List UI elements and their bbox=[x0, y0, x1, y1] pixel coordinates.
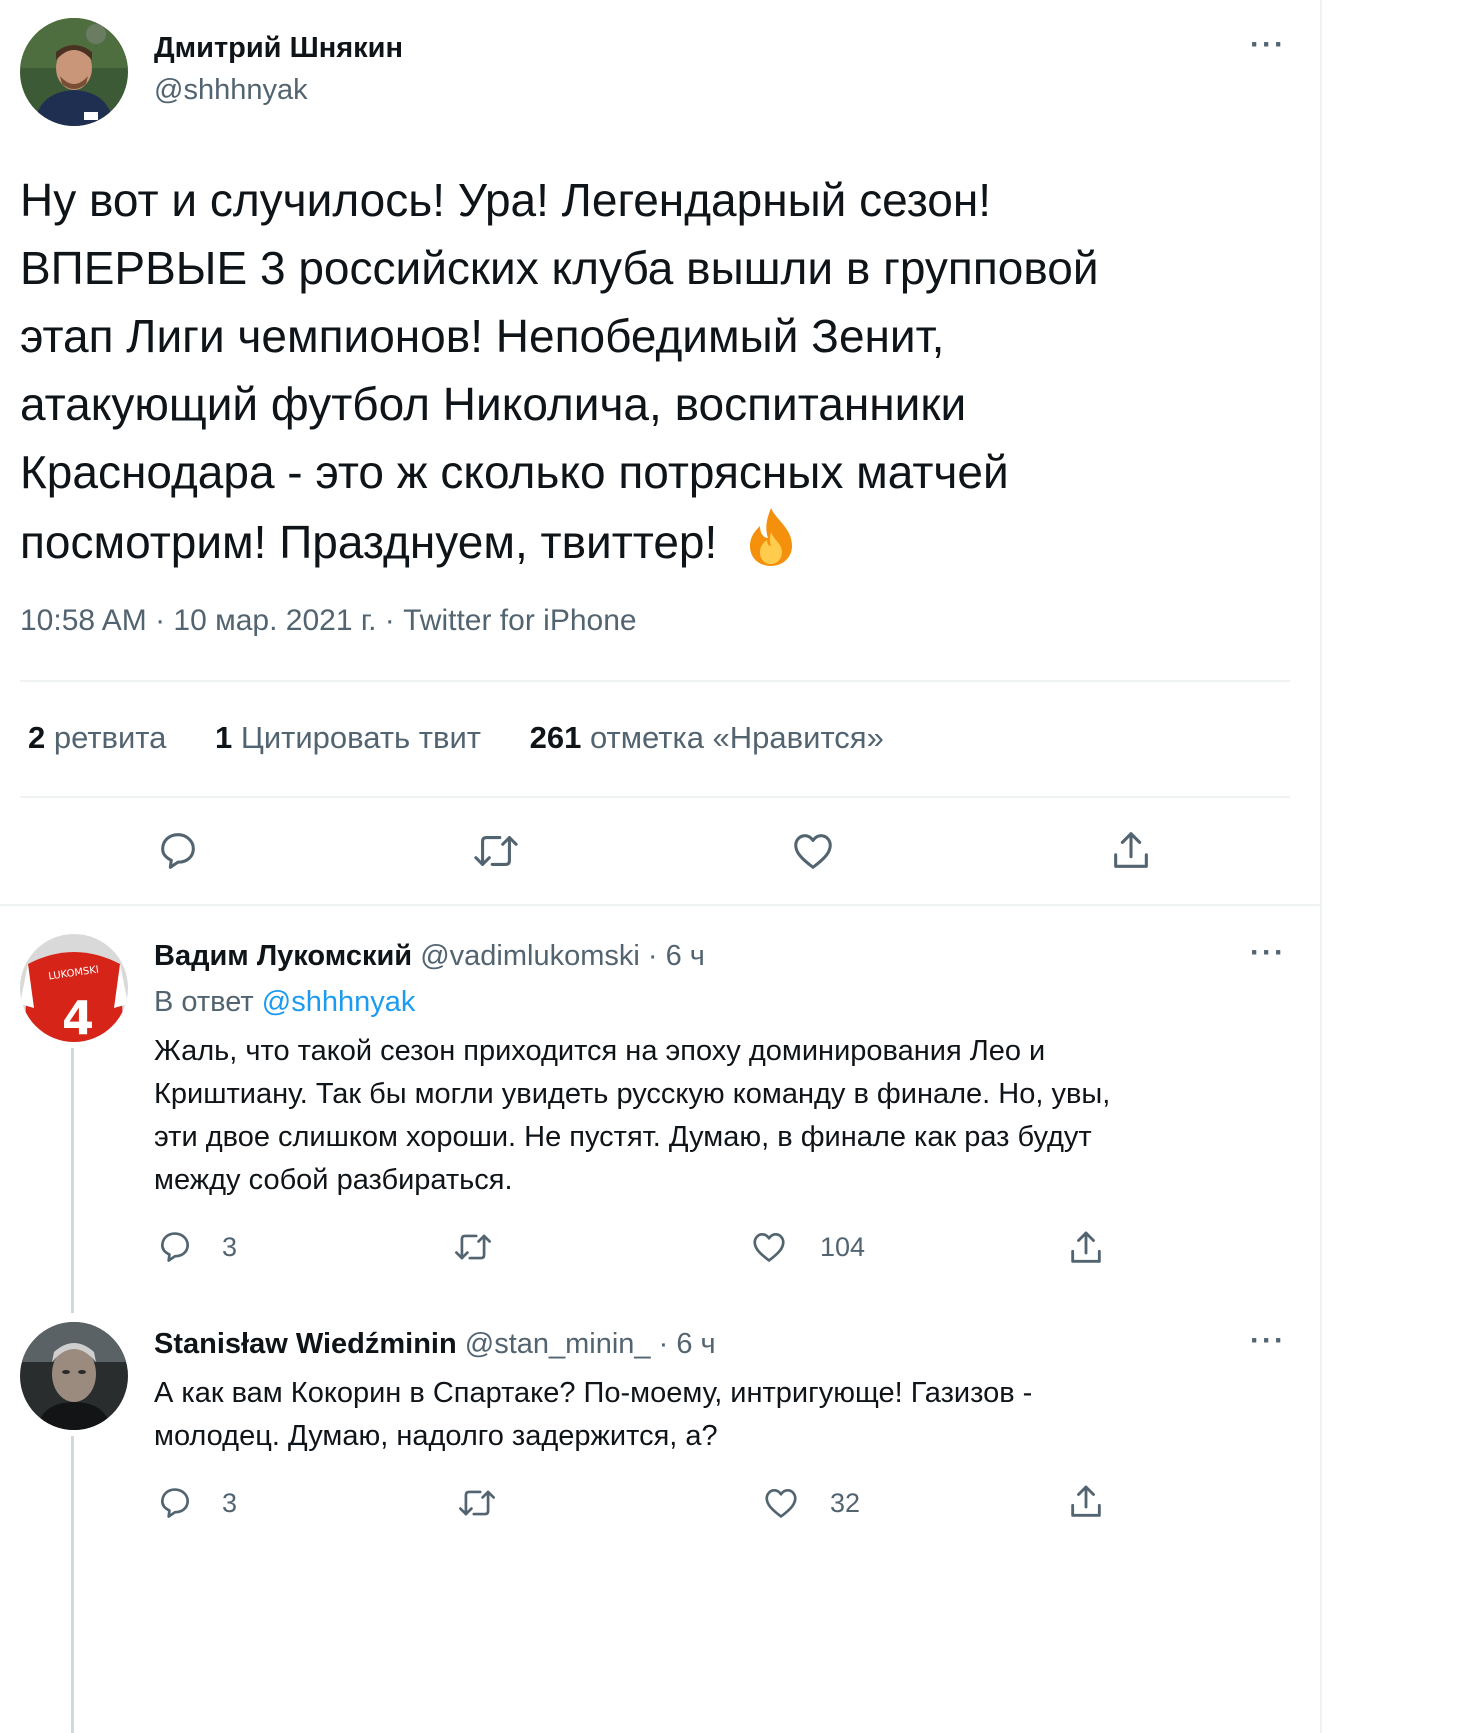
tweet-text-line: ВПЕРВЫЕ 3 российских клуба вышли в групп… bbox=[20, 242, 1099, 294]
likes-stat[interactable]: 261 отметка «Нравится» bbox=[530, 720, 884, 755]
tweet-stats: 2 ретвита 1 Цитировать твит 261 отметка … bbox=[28, 720, 884, 756]
reply-text-line: Криштиану. Так бы могли увидеть русскую … bbox=[154, 1078, 1111, 1110]
reply-count: 3 bbox=[222, 1487, 238, 1518]
reply-text: Жаль, что такой сезон приходится на эпох… bbox=[154, 1030, 1110, 1202]
replying-to: В ответ @shhhnyak bbox=[154, 986, 415, 1019]
thread-line bbox=[71, 1436, 74, 1733]
like-icon[interactable] bbox=[790, 828, 836, 874]
tweet-text-line: посмотрим! Празднуем, твиттер! bbox=[20, 516, 718, 568]
like-icon[interactable] bbox=[750, 1228, 788, 1266]
reply-author-handle[interactable]: @stan_minin_ bbox=[465, 1328, 651, 1360]
reply-text-line: между собой разбираться. bbox=[154, 1164, 513, 1196]
share-icon[interactable] bbox=[1108, 828, 1154, 874]
reply-icon[interactable] bbox=[156, 1484, 194, 1522]
reply-author-avatar[interactable]: LUKOMSKI 4 bbox=[20, 934, 128, 1042]
reply-icon[interactable] bbox=[155, 828, 201, 874]
author-avatar[interactable] bbox=[20, 18, 128, 126]
author-name[interactable]: Дмитрий Шнякин bbox=[154, 32, 403, 65]
reply-action[interactable]: 3 bbox=[156, 1484, 237, 1522]
reply-text-line: А как вам Кокорин в Спартаке? По-моему, … bbox=[154, 1377, 1033, 1409]
divider bbox=[20, 796, 1290, 798]
like-action[interactable]: 32 bbox=[762, 1484, 860, 1522]
replying-to-prefix: В ответ bbox=[154, 986, 254, 1018]
column-border bbox=[1320, 0, 1322, 1733]
likes-label: отметка «Нравится» bbox=[589, 720, 884, 755]
tweet-text-line-last: посмотрим! Празднуем, твиттер! bbox=[20, 506, 1099, 586]
like-count: 104 bbox=[820, 1231, 866, 1262]
share-icon[interactable] bbox=[1066, 1482, 1106, 1522]
author-handle[interactable]: @shhhnyak bbox=[154, 74, 308, 107]
thread-line bbox=[71, 1048, 74, 1313]
more-options-icon[interactable]: ··· bbox=[1250, 30, 1286, 60]
fire-emoji-icon bbox=[740, 506, 802, 586]
reply-author-name[interactable]: Stanisław Wiedźminin bbox=[154, 1328, 457, 1360]
reply-time[interactable]: · 6 ч bbox=[648, 940, 705, 972]
tweet-text-line: атакующий футбол Николича, воспитанники bbox=[20, 378, 967, 430]
like-icon[interactable] bbox=[762, 1484, 800, 1522]
retweets-stat[interactable]: 2 ретвита bbox=[28, 720, 175, 755]
replying-to-handle[interactable]: @shhhnyak bbox=[262, 986, 416, 1018]
reply-time[interactable]: · 6 ч bbox=[659, 1328, 716, 1360]
reply-author-avatar[interactable] bbox=[20, 1322, 128, 1430]
retweet-icon[interactable] bbox=[452, 1228, 494, 1266]
tweet-meta[interactable]: 10:58 AM · 10 мар. 2021 г. · Twitter for… bbox=[20, 604, 637, 638]
like-count: 32 bbox=[830, 1487, 861, 1518]
reply-text-line: молодец. Думаю, надолго задержится, а? bbox=[154, 1420, 718, 1452]
reply-text-line: Жаль, что такой сезон приходится на эпох… bbox=[154, 1035, 1046, 1067]
more-options-icon[interactable]: ··· bbox=[1250, 938, 1286, 968]
divider bbox=[0, 904, 1320, 906]
quotes-count: 1 bbox=[215, 720, 233, 755]
tweet-text-line: Ну вот и случилось! Ура! Легендарный сез… bbox=[20, 174, 992, 226]
retweets-count: 2 bbox=[28, 720, 46, 755]
reply-header: Stanisław Wiedźminin @stan_minin_ · 6 ч bbox=[154, 1328, 716, 1361]
retweet-icon[interactable] bbox=[471, 828, 521, 874]
quotes-stat[interactable]: 1 Цитировать твит bbox=[215, 720, 490, 755]
reply-header: Вадим Лукомский @vadimlukomski · 6 ч bbox=[154, 940, 705, 973]
reply-text-line: эти двое слишком хороши. Не пустят. Дума… bbox=[154, 1121, 1092, 1153]
reply-author-name[interactable]: Вадим Лукомский bbox=[154, 940, 412, 972]
avatar-shirt-number: 4 bbox=[62, 991, 94, 1042]
reply-author-handle[interactable]: @vadimlukomski bbox=[420, 940, 640, 972]
reply-action[interactable]: 3 bbox=[156, 1228, 237, 1266]
tweet-text: Ну вот и случилось! Ура! Легендарный сез… bbox=[20, 166, 1099, 586]
like-action[interactable]: 104 bbox=[750, 1228, 865, 1266]
divider bbox=[20, 680, 1290, 682]
retweet-icon[interactable] bbox=[456, 1484, 498, 1522]
retweets-label: ретвита bbox=[53, 720, 167, 755]
tweet-text-line: Краснодара - это ж сколько потрясных мат… bbox=[20, 446, 1009, 498]
reply-icon[interactable] bbox=[156, 1228, 194, 1266]
share-icon[interactable] bbox=[1066, 1228, 1106, 1268]
likes-count: 261 bbox=[529, 720, 582, 755]
tweet-text-line: этап Лиги чемпионов! Непобедимый Зенит, bbox=[20, 310, 945, 362]
reply-count: 3 bbox=[222, 1231, 238, 1262]
quotes-label: Цитировать твит bbox=[240, 720, 481, 755]
more-options-icon[interactable]: ··· bbox=[1250, 1326, 1286, 1356]
reply-text: А как вам Кокорин в Спартаке? По-моему, … bbox=[154, 1372, 1032, 1458]
